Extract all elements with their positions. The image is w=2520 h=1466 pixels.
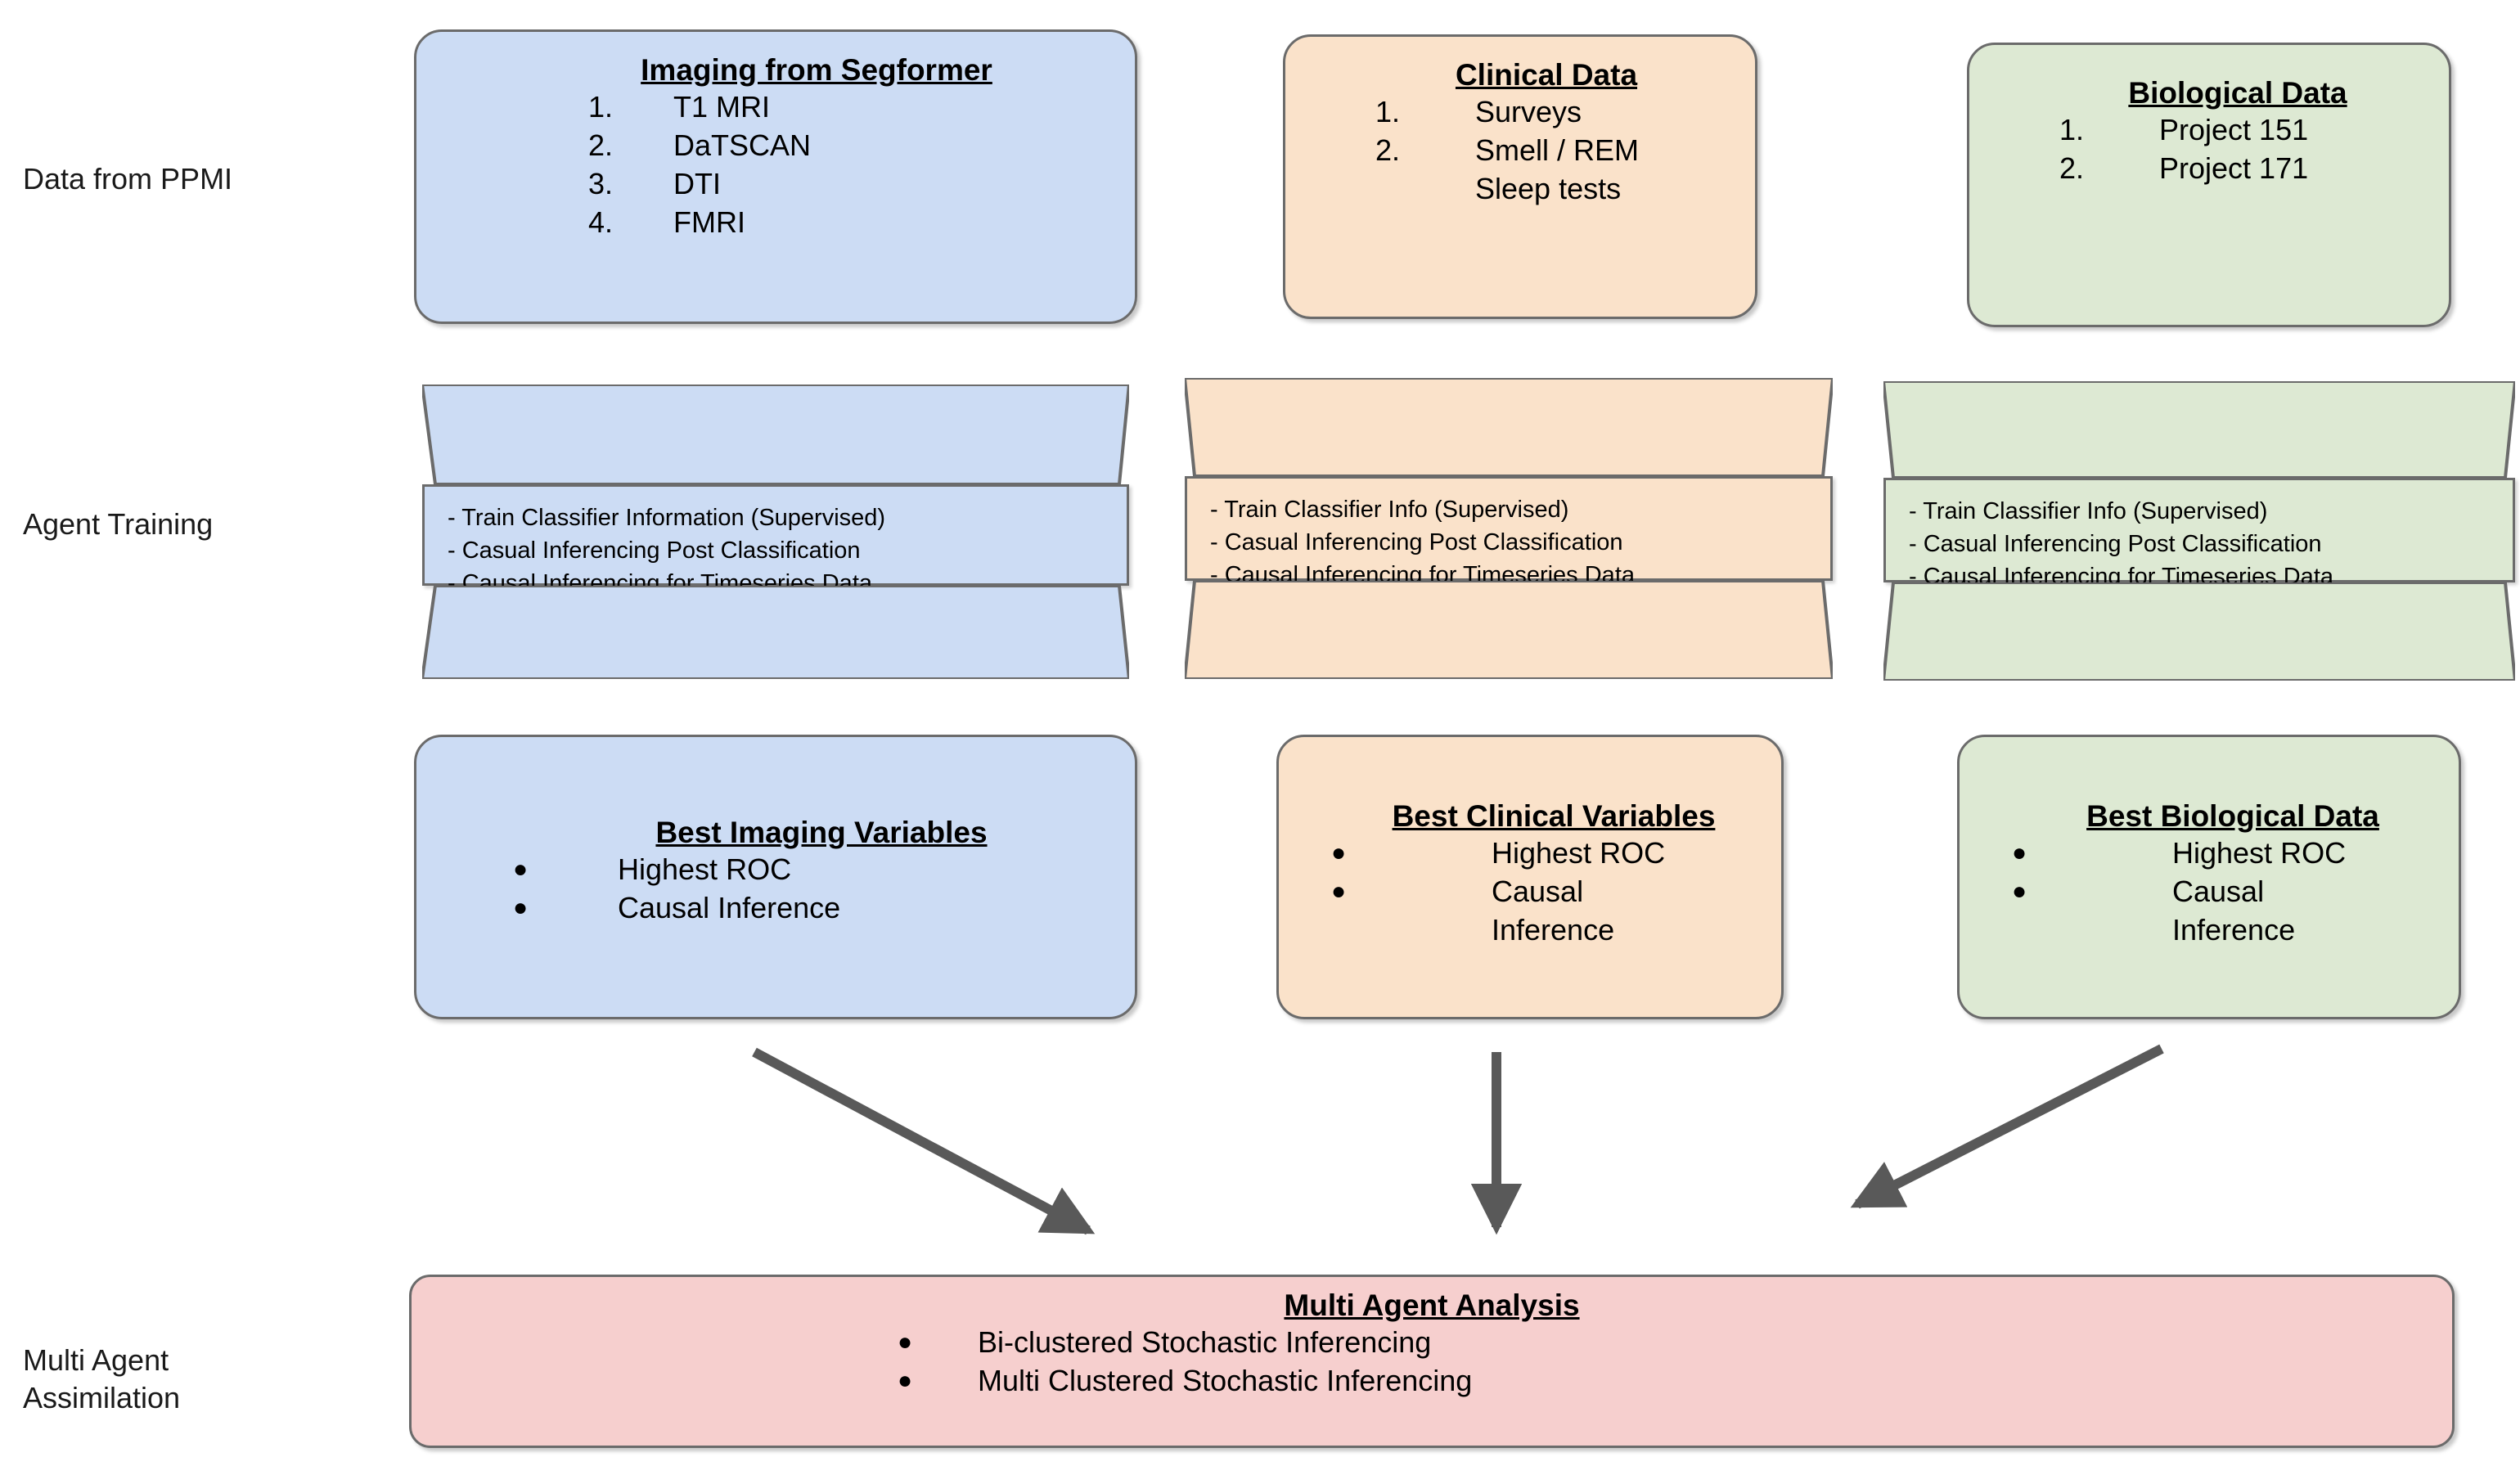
card-title: Multi Agent Analysis [1284, 1288, 1580, 1322]
list-text: Bi-clustered Stochastic Inferencing [978, 1325, 1432, 1359]
list-text: Project 171 [2159, 151, 2309, 185]
agent-training-lines: - Train Classifier Info (Supervised) - C… [1210, 497, 1635, 588]
card-best-clinical-variables[interactable]: Best Clinical Variables ● Highest ROC ● … [1276, 735, 1784, 1019]
card-title: Best Clinical Variables [1392, 799, 1716, 833]
agent-training-biological[interactable]: - Train Classifier Info (Supervised) - C… [1883, 381, 2515, 681]
hourglass-bottom-trapezoid [422, 586, 1129, 679]
card-biological-data[interactable]: Biological Data 1. Project 151 2. Projec… [1967, 43, 2451, 327]
list-text: Smell / REM Sleep tests [1475, 133, 1640, 205]
bullet-list: ● Highest ROC ● Causal Inference [513, 850, 1135, 927]
hourglass-top-trapezoid [1883, 381, 2515, 478]
agent-training-body: - Train Classifier Info (Supervised) - C… [1185, 476, 1833, 588]
list-text: FMRI [673, 205, 745, 239]
list-item: ● Causal Inference [513, 888, 1135, 927]
agent-training-imaging[interactable]: - Train Classifier Information (Supervis… [422, 384, 1129, 679]
list-marker: 2. [1375, 133, 1401, 167]
agent-training-lines: - Train Classifier Info (Supervised) - C… [1909, 498, 2333, 590]
list-item: ● Highest ROC [1331, 834, 1781, 872]
list-marker: 4. [588, 205, 614, 239]
card-body: Multi Agent Analysis ● Bi-clustered Stoc… [412, 1277, 2452, 1400]
list-item: 2. Smell / REM Sleep tests [1375, 131, 1755, 208]
list-item: ● Bi-clustered Stochastic Inferencing [898, 1323, 2452, 1361]
bullet-list: ● Highest ROC ● Causal Inference [1331, 834, 1781, 949]
card-body: Clinical Data 1. Surveys 2. Smell / REM … [1285, 37, 1755, 208]
card-clinical-data[interactable]: Clinical Data 1. Surveys 2. Smell / REM … [1283, 34, 1757, 319]
bullet-icon: ● [898, 1329, 913, 1356]
card-title: Imaging from Segformer [641, 53, 992, 87]
list-text: Causal Inference [2172, 875, 2296, 947]
bullet-icon: ● [1331, 878, 1347, 905]
agent-training-clinical[interactable]: - Train Classifier Info (Supervised) - C… [1185, 378, 1833, 679]
bullet-icon: ● [2012, 839, 2027, 866]
list-text: Highest ROC [618, 852, 792, 886]
list-marker: 2. [2059, 151, 2085, 185]
list-marker: 2. [588, 128, 614, 162]
card-multi-agent-analysis[interactable]: Multi Agent Analysis ● Bi-clustered Stoc… [409, 1275, 2455, 1448]
card-body: Best Biological Data ● Highest ROC ● Cau… [1960, 737, 2459, 949]
list-text: Causal Inference [618, 891, 841, 924]
list-text: Surveys [1475, 95, 1582, 128]
card-body: Biological Data 1. Project 151 2. Projec… [1969, 45, 2449, 187]
row-label-agent-training: Agent Training [23, 507, 214, 541]
card-best-imaging-variables[interactable]: Best Imaging Variables ● Highest ROC ● C… [414, 735, 1137, 1019]
arrow-imaging-to-multi-agent [752, 1047, 1096, 1235]
bullet-list: ● Highest ROC ● Causal Inference [2012, 834, 2459, 949]
list-item: 1. Surveys [1375, 92, 1755, 131]
list-item: ● Highest ROC [513, 850, 1135, 888]
bullet-icon: ● [1331, 839, 1347, 866]
agent-training-lines: - Train Classifier Information (Supervis… [448, 505, 886, 596]
list-item: ● Multi Clustered Stochastic Inferencing [898, 1361, 2452, 1400]
bullet-icon: ● [2012, 878, 2027, 905]
agent-training-body: - Train Classifier Info (Supervised) - C… [1883, 478, 2515, 590]
hourglass-top-trapezoid [1185, 378, 1833, 476]
list-text: Highest ROC [1492, 836, 1666, 870]
bullet-list: ● Bi-clustered Stochastic Inferencing ● … [412, 1323, 2452, 1400]
hourglass-bottom-trapezoid [1883, 582, 2515, 681]
numbered-list: 1. Surveys 2. Smell / REM Sleep tests [1375, 92, 1755, 208]
card-title: Best Imaging Variables [655, 816, 988, 849]
list-text: Highest ROC [2172, 836, 2347, 870]
list-text: Multi Clustered Stochastic Inferencing [978, 1364, 1473, 1397]
card-imaging-from-segformer[interactable]: Imaging from Segformer 1. T1 MRI 2. DaTS… [414, 29, 1137, 324]
card-title: Best Biological Data [2086, 799, 2379, 833]
list-item: 4. FMRI [588, 203, 1135, 241]
agent-training-body: - Train Classifier Information (Supervis… [422, 484, 1129, 596]
list-item: ● Highest ROC [2012, 834, 2459, 872]
list-item: ● Causal Inference [1331, 872, 1781, 949]
list-item: 2. DaTSCAN [588, 126, 1135, 164]
list-text: T1 MRI [673, 90, 771, 124]
row-label-data-from-ppmi: Data from PPMI [23, 162, 233, 196]
hourglass-top-trapezoid [422, 384, 1129, 484]
list-item: 3. DTI [588, 164, 1135, 203]
card-best-biological-data[interactable]: Best Biological Data ● Highest ROC ● Cau… [1957, 735, 2461, 1019]
bullet-icon: ● [513, 894, 529, 921]
list-marker: 1. [1375, 95, 1401, 128]
list-marker: 3. [588, 167, 614, 200]
bullet-icon: ● [513, 856, 529, 883]
arrow-biological-to-multi-agent [1850, 1044, 2164, 1209]
list-item: 2. Project 171 [2059, 149, 2449, 187]
card-body: Best Clinical Variables ● Highest ROC ● … [1279, 737, 1781, 949]
list-item: ● Causal Inference [2012, 872, 2459, 949]
card-title: Biological Data [2128, 76, 2347, 110]
row-label-multi-agent-assimilation: Multi Agent Assimilation [23, 1343, 181, 1414]
list-item: 1. Project 151 [2059, 110, 2449, 149]
list-text: DTI [673, 167, 721, 200]
card-body: Best Imaging Variables ● Highest ROC ● C… [416, 737, 1135, 927]
list-text: Causal Inference [1492, 875, 1615, 947]
list-text: Project 151 [2159, 113, 2309, 146]
list-marker: 1. [588, 90, 614, 124]
hourglass-bottom-trapezoid [1185, 581, 1833, 679]
list-text: DaTSCAN [673, 128, 812, 162]
list-item: 1. T1 MRI [588, 88, 1135, 126]
list-marker: 1. [2059, 113, 2085, 146]
numbered-list: 1. T1 MRI 2. DaTSCAN 3. DTI 4. FMRI [588, 88, 1135, 241]
bullet-icon: ● [898, 1367, 913, 1394]
numbered-list: 1. Project 151 2. Project 171 [2059, 110, 2449, 187]
card-body: Imaging from Segformer 1. T1 MRI 2. DaTS… [416, 32, 1135, 241]
card-title: Clinical Data [1455, 58, 1638, 92]
